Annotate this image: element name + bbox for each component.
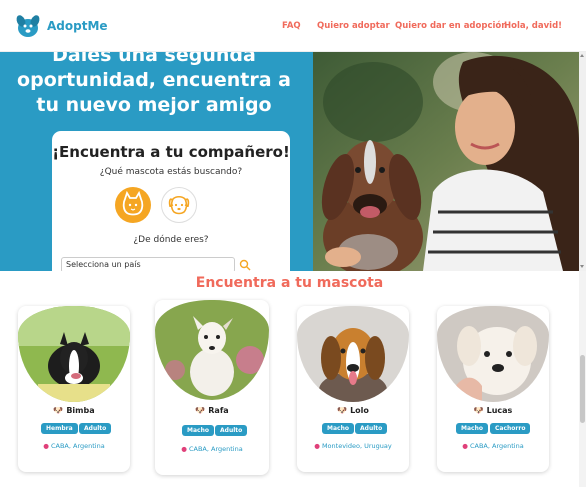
- location-pin-icon: ●: [43, 442, 49, 450]
- pet-age-tag: Adulto: [215, 425, 248, 436]
- location-pin-icon: ●: [314, 442, 320, 450]
- page: AdoptMe FAQ Quiero adoptar Quiero dar en…: [0, 0, 586, 487]
- nav-link-faq[interactable]: FAQ: [282, 21, 301, 31]
- scroll-up-icon[interactable]: [580, 54, 584, 57]
- pet-age-tag: Adulto: [79, 423, 112, 434]
- search-icon[interactable]: [239, 259, 251, 271]
- pet-card-lucas[interactable]: 🐶 Lucas Macho Cachorro ● CABA, Argentina: [437, 306, 549, 472]
- hero-scrollbar[interactable]: [579, 52, 586, 271]
- scroll-down-icon[interactable]: [580, 265, 584, 268]
- pet-location-text: CABA, Argentina: [469, 442, 524, 450]
- paw-icon: 🐶: [337, 406, 348, 415]
- hero-title: Dales una segunda oportunidad, encuentra…: [17, 52, 291, 116]
- pet-location-bimba: ● CABA, Argentina: [18, 442, 130, 450]
- pet-card-rafa[interactable]: 🐶 Rafa Macho Adulto ● CABA, Argentina: [155, 300, 269, 475]
- pet-location-rafa: ● CABA, Argentina: [155, 445, 269, 453]
- pet-age-tag: Cachorro: [490, 423, 531, 434]
- cat-icon: [122, 190, 144, 216]
- pet-sex-tag: Macho: [456, 423, 488, 434]
- nav-link-give-adoption[interactable]: Quiero dar en adopción: [395, 21, 507, 31]
- paw-icon: 🐶: [195, 406, 206, 415]
- dog-icon: [168, 195, 190, 215]
- pet-name-lolo: 🐶 Lolo: [297, 406, 409, 415]
- cat-option-button[interactable]: [115, 187, 151, 223]
- page-scrollbar-thumb[interactable]: [580, 355, 585, 423]
- navbar: AdoptMe FAQ Quiero adoptar Quiero dar en…: [0, 0, 586, 52]
- pet-sex-tag: Hembra: [41, 423, 78, 434]
- dog-option-button[interactable]: [161, 187, 197, 223]
- woman-with-dog-image: [313, 52, 579, 271]
- pet-location-lucas: ● CABA, Argentina: [437, 442, 549, 450]
- pet-card-bimba[interactable]: 🐶 Bimba Hembra Adulto ● CABA, Argentina: [18, 306, 130, 472]
- location-question-label: ¿De dónde eres?: [133, 235, 209, 245]
- pet-location-text: CABA, Argentina: [188, 445, 243, 453]
- pet-photo-rafa: [155, 300, 269, 400]
- location-pin-icon: ●: [462, 442, 468, 450]
- nav-link-adopt[interactable]: Quiero adoptar: [317, 21, 390, 31]
- dog-logo-icon[interactable]: [14, 12, 42, 40]
- pet-name-rafa: 🐶 Rafa: [155, 406, 269, 415]
- pet-sex-tag: Macho: [322, 423, 354, 434]
- pet-name-text: Lolo: [350, 406, 369, 415]
- pets-section-title: Encuentra a tu mascota: [195, 275, 384, 291]
- pet-location-lolo: ● Montevideo, Uruguay: [297, 442, 409, 450]
- pet-age-tag: Adulto: [355, 423, 388, 434]
- pet-photo-lucas: [437, 306, 549, 402]
- pet-name-text: Bimba: [66, 406, 95, 415]
- search-card-title: ¡Encuentra a tu compañero!: [52, 143, 290, 161]
- pet-name-lucas: 🐶 Lucas: [437, 406, 549, 415]
- pet-sex-tag: Macho: [182, 425, 214, 436]
- paw-icon: 🐶: [53, 406, 64, 415]
- paw-icon: 🐶: [473, 406, 484, 415]
- pet-photo-bimba: [18, 306, 130, 402]
- pet-location-text: CABA, Argentina: [50, 442, 105, 450]
- pet-location-text: Montevideo, Uruguay: [321, 442, 392, 450]
- location-pin-icon: ●: [181, 445, 187, 453]
- brand-name[interactable]: AdoptMe: [47, 19, 108, 33]
- pet-question-label: ¿Qué mascota estás buscando?: [99, 167, 243, 177]
- pet-name-text: Lucas: [486, 406, 513, 415]
- pet-card-lolo[interactable]: 🐶 Lolo Macho Adulto ● Montevideo, Uruguay: [297, 306, 409, 472]
- pet-photo-lolo: [297, 306, 409, 402]
- pet-name-text: Rafa: [208, 406, 229, 415]
- pet-name-bimba: 🐶 Bimba: [18, 406, 130, 415]
- hero-photo: [313, 52, 579, 271]
- nav-link-user-greeting[interactable]: Hola, david!: [504, 21, 562, 31]
